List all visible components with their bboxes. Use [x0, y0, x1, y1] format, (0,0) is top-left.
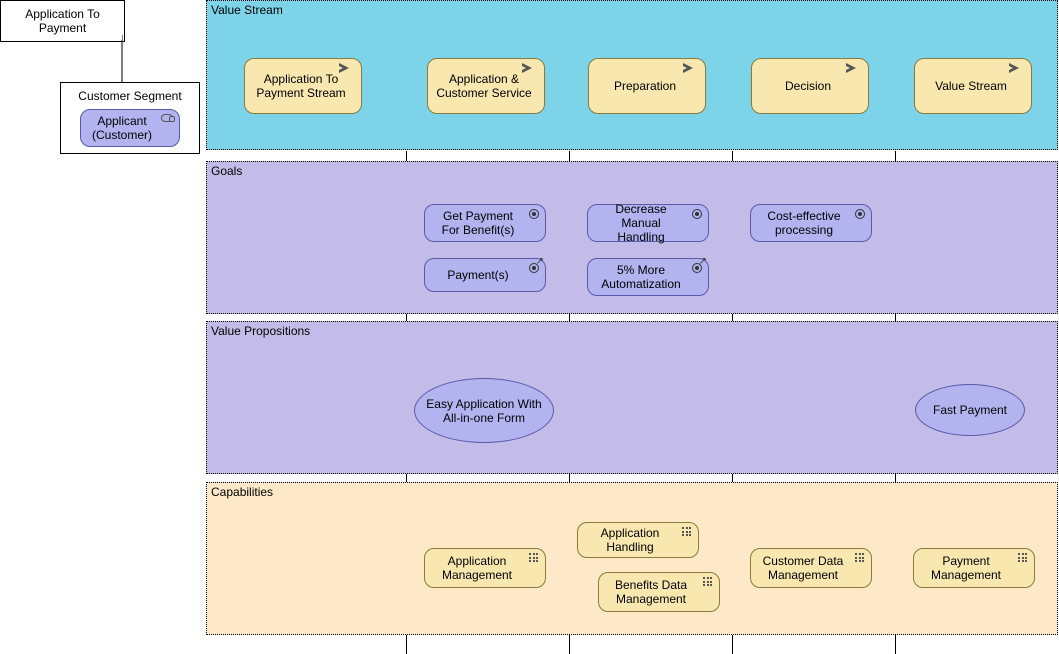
goal-target-icon: [855, 209, 865, 219]
cap-customer-label: Customer Data Management: [759, 554, 847, 582]
goal-decrease-label: Decrease Manual Handling: [596, 202, 686, 244]
goal-target-arrow-icon: [692, 263, 702, 273]
capability-icon: [682, 527, 692, 537]
role-icon: [161, 114, 173, 122]
customer-segment-box: Customer Segment Applicant (Customer): [60, 82, 200, 154]
cap-app-handling-label: Application Handling: [586, 526, 674, 554]
applicant-role: Applicant (Customer): [80, 109, 180, 147]
cap-benefits: Benefits Data Management: [598, 572, 720, 612]
arrow-icon: [339, 63, 355, 73]
capability-icon: [855, 553, 865, 563]
applicant-label: Applicant (Customer): [92, 114, 152, 142]
stream-node-4-label: Value Stream: [935, 79, 1007, 93]
stream-node-2-label: Preparation: [614, 79, 676, 93]
customer-segment-label: Customer Segment: [78, 89, 181, 103]
vp-easy-app-label: Easy Application With All-in-one Form: [425, 397, 543, 425]
goal-cost-label: Cost-effective processing: [759, 209, 849, 237]
cap-customer: Customer Data Management: [750, 548, 872, 588]
vp-fast-payment-label: Fast Payment: [933, 403, 1007, 417]
vp-easy-app: Easy Application With All-in-one Form: [414, 378, 554, 443]
stream-node-4: Value Stream: [914, 58, 1032, 114]
arrow-icon: [846, 63, 862, 73]
cap-app-handling: Application Handling: [577, 522, 699, 558]
vp-fast-payment: Fast Payment: [915, 384, 1025, 436]
cap-app-mgmt-label: Application Management: [433, 554, 521, 582]
arrow-icon: [1009, 63, 1025, 73]
goal-payment: Payment(s): [424, 258, 546, 292]
goal-auto: 5% More Automatization: [587, 258, 709, 296]
stream-node-1: Application & Customer Service: [427, 58, 545, 114]
goals-lane-label: Goals: [211, 164, 242, 178]
title-text: Application To Payment: [25, 7, 100, 35]
cap-payment: Payment Management: [913, 548, 1035, 588]
goal-benefit-label: Get Payment For Benefit(s): [433, 209, 523, 237]
capability-icon: [703, 577, 713, 587]
goal-auto-label: 5% More Automatization: [596, 263, 686, 291]
goal-target-arrow-icon: [529, 263, 539, 273]
stream-node-1-label: Application & Customer Service: [436, 72, 532, 100]
goal-target-icon: [529, 209, 539, 219]
cap-lane-label: Capabilities: [211, 485, 273, 499]
cap-benefits-label: Benefits Data Management: [607, 578, 695, 606]
cap-app-mgmt: Application Management: [424, 548, 546, 588]
vp-lane-label: Value Propositions: [211, 324, 310, 338]
goal-cost: Cost-effective processing: [750, 204, 872, 242]
value-stream-lane-label: Value Stream: [211, 3, 283, 17]
stream-node-0: Application To Payment Stream: [244, 58, 362, 114]
capability-icon: [1018, 553, 1028, 563]
arrow-icon: [522, 63, 538, 73]
cap-payment-label: Payment Management: [922, 554, 1010, 582]
goal-target-icon: [692, 209, 702, 219]
stream-node-2: Preparation: [588, 58, 706, 114]
stream-node-3: Decision: [751, 58, 869, 114]
arrow-icon: [683, 63, 699, 73]
title-box: Application To Payment: [0, 0, 125, 42]
stream-node-0-label: Application To Payment Stream: [253, 72, 349, 100]
goal-decrease: Decrease Manual Handling: [587, 204, 709, 242]
stream-node-3-label: Decision: [785, 79, 831, 93]
goal-payment-label: Payment(s): [447, 268, 508, 282]
goal-benefit: Get Payment For Benefit(s): [424, 204, 546, 242]
capability-icon: [529, 553, 539, 563]
